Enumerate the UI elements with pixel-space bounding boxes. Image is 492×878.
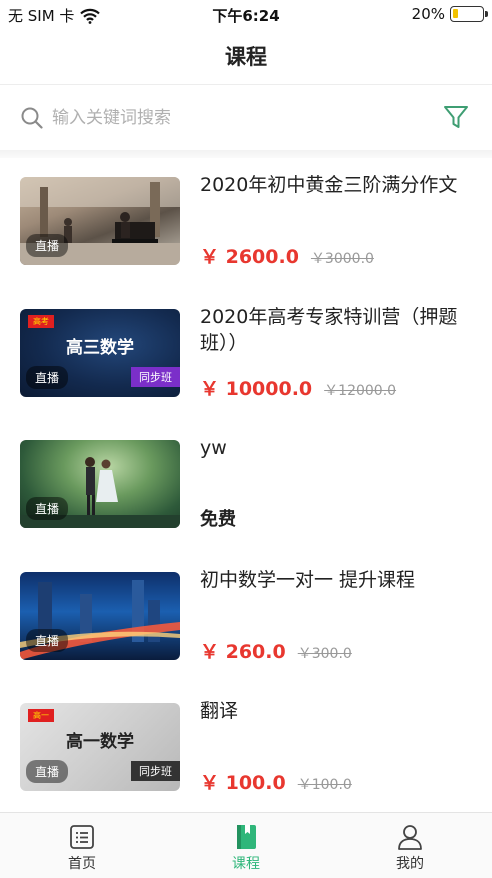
thumb-ribbon: 高一 (28, 709, 54, 722)
course-title: 翻译 (200, 700, 239, 722)
status-right: 20% (411, 5, 488, 23)
live-badge: 直播 (26, 497, 69, 520)
sync-badge: 同步班 (131, 366, 180, 387)
course-item[interactable]: 直播 2020年初中黄金三阶满分作文 ￥ 2600.0 ￥3000.0 (0, 158, 492, 290)
home-list-icon (70, 825, 94, 849)
free-label: 免费 (200, 509, 236, 530)
course-price: ￥ 100.0 (200, 772, 286, 794)
price-row: ￥ 260.0 ￥300.0 (200, 637, 352, 664)
thumb-title: 高一数学 (66, 732, 134, 752)
piano-player-image: 直播 (20, 177, 180, 265)
price-row: ￥ 2600.0 ￥3000.0 (200, 242, 374, 269)
filter-icon[interactable] (442, 103, 470, 131)
search-bar (0, 84, 492, 150)
live-badge: 直播 (26, 628, 69, 652)
original-price: ￥300.0 (297, 645, 352, 662)
thumb-title: 高三数学 (66, 337, 134, 358)
price-row: ￥ 100.0 ￥100.0 (200, 768, 352, 795)
original-price: ￥100.0 (297, 777, 352, 793)
math-poster-grey-image: 高一 高一数学 直播 同步班 (20, 703, 180, 791)
course-list: 直播 2020年初中黄金三阶满分作文 ￥ 2600.0 ￥3000.0 高考 高… (0, 158, 492, 816)
status-bar: 无 SIM 卡 下午6:24 20% (0, 0, 492, 30)
live-badge: 直播 (26, 760, 69, 783)
nav-bar: 课程 (0, 30, 492, 84)
tab-home[interactable]: 首页 (0, 813, 164, 878)
live-badge: 直播 (26, 234, 69, 257)
city-night-image: 直播 (20, 571, 180, 660)
search-icon[interactable] (20, 106, 44, 130)
tab-label: 课程 (232, 856, 260, 872)
course-price: ￥ 260.0 (200, 640, 286, 663)
couple-garden-image: 直播 (20, 440, 180, 528)
battery-icon (450, 6, 488, 22)
original-price: ￥12000.0 (324, 382, 397, 399)
course-title: 初中数学一对一 提升课程 (200, 568, 416, 591)
sync-badge: 同步班 (131, 761, 180, 781)
battery-percent: 20% (411, 5, 445, 23)
course-price: ￥ 2600.0 (200, 246, 299, 268)
tab-bar: 首页 课程 我的 (0, 812, 492, 878)
tab-profile[interactable]: 我的 (328, 813, 492, 878)
course-title: yw (200, 437, 227, 459)
course-title: 2020年初中黄金三阶满分作文 (200, 174, 458, 196)
profile-icon (398, 825, 422, 850)
course-item[interactable]: 直播 初中数学一对一 提升课程 ￥ 260.0 ￥300.0 (0, 553, 492, 685)
course-price: ￥ 10000.0 (200, 377, 313, 400)
battery-level (453, 9, 458, 18)
course-item[interactable]: 直播 yw 免费 (0, 421, 492, 553)
math-poster-image: 高考 高三数学 直播 同步班 (20, 308, 180, 397)
tab-label: 我的 (396, 856, 424, 872)
price-row: ￥ 10000.0 ￥12000.0 (200, 374, 396, 401)
tab-courses[interactable]: 课程 (164, 813, 328, 878)
book-icon (237, 825, 256, 849)
live-badge: 直播 (26, 365, 69, 389)
price-row: 免费 (200, 505, 236, 531)
page-title: 课程 (225, 45, 267, 69)
course-item[interactable]: 高一 高一数学 直播 同步班 翻译 ￥ 100.0 ￥100.0 (0, 684, 492, 816)
original-price: ￥3000.0 (310, 251, 374, 267)
course-title: 2020年高考专家特训营（押题班）） (200, 305, 458, 354)
search-input[interactable] (52, 102, 412, 134)
separator (0, 150, 492, 158)
course-item[interactable]: 高考 高三数学 直播 同步班 2020年高考专家特训营（押题班）） ￥ 1000… (0, 290, 492, 422)
tab-label: 首页 (68, 856, 96, 872)
thumb-ribbon: 高考 (28, 314, 54, 328)
